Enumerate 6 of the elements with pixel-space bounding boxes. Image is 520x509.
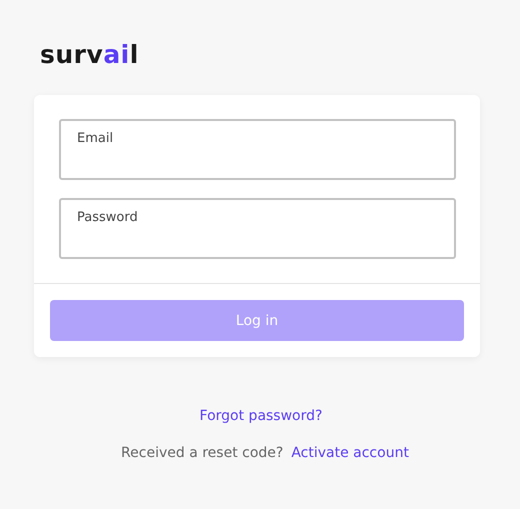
reset-code-prompt: Received a reset code? [121, 445, 284, 461]
forgot-password-link[interactable]: Forgot password? [200, 408, 322, 424]
input-field[interactable]: Password [59, 198, 456, 259]
logo: survail [40, 40, 139, 70]
input-field[interactable]: Email [59, 119, 456, 180]
activate-account-link[interactable]: Activate account [291, 445, 409, 461]
